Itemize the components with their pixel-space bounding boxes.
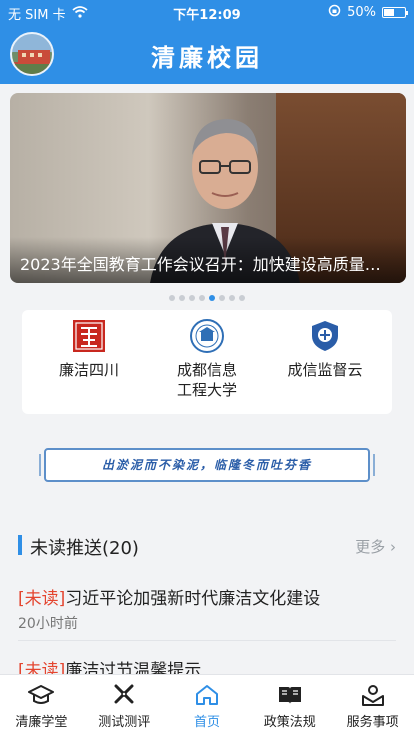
- battery-percent: 50%: [347, 5, 376, 20]
- tab-home[interactable]: 首页: [166, 675, 249, 736]
- divider: [18, 640, 396, 641]
- unread-section: 未读推送(20) 更多 › [未读]习近平论加强新时代廉洁文化建设 20小时前 …: [0, 520, 414, 681]
- home-icon: [195, 685, 218, 705]
- chevron-right-icon: ›: [390, 538, 396, 556]
- quick-link-supervision-cloud[interactable]: 成信监督云: [270, 318, 380, 380]
- carousel-dot[interactable]: [229, 295, 235, 301]
- service-person-icon: [361, 685, 384, 706]
- open-book-icon: [278, 687, 301, 704]
- quick-links-card: 廉洁四川 成都信息 工程大学 成信监督云: [22, 310, 392, 414]
- pencil-ruler-icon: [114, 684, 134, 704]
- carousel-dot[interactable]: [189, 295, 195, 301]
- tab-label: 首页: [193, 715, 220, 730]
- tab-label: 服务事项: [346, 715, 399, 730]
- news-banner[interactable]: 2023年全国教育工作会议召开：加快建设高质量教育体系: [10, 93, 406, 283]
- tab-test-evaluation[interactable]: 测试测评: [83, 675, 166, 736]
- unread-tag: [未读]: [18, 589, 66, 609]
- more-label: 更多: [355, 538, 386, 556]
- carousel-dot[interactable]: [179, 295, 185, 301]
- app-header: 无 SIM 卡 下午12:09 50% 清廉校园: [0, 0, 414, 84]
- rotation-lock-icon: [328, 4, 341, 21]
- quick-link-label: 成信监督云: [287, 361, 363, 379]
- bottom-tab-bar: 清廉学堂 测试测评 首页 政策法规 服务事项: [0, 674, 414, 736]
- section-title: 未读推送(20): [30, 538, 139, 559]
- tab-label: 清廉学堂: [15, 715, 68, 730]
- quick-link-label: 成都信息: [176, 361, 237, 379]
- quick-link-label-line2: 工程大学: [176, 381, 237, 399]
- carousel-dot[interactable]: [219, 295, 225, 301]
- tab-qinglian-xuetang[interactable]: 清廉学堂: [0, 675, 83, 736]
- battery-icon: [382, 7, 408, 18]
- list-item[interactable]: [未读]习近平论加强新时代廉洁文化建设 20小时前: [18, 584, 396, 633]
- quick-link-cuit[interactable]: 成都信息 工程大学: [152, 318, 262, 400]
- list-item-title: 习近平论加强新时代廉洁文化建设: [65, 589, 321, 609]
- seal-icon: [73, 320, 105, 352]
- quick-link-lianjie-sichuan[interactable]: 廉洁四川: [34, 318, 144, 380]
- section-header: 未读推送(20) 更多 ›: [18, 534, 396, 559]
- more-link[interactable]: 更多 ›: [355, 536, 396, 557]
- carousel-indicator: [0, 295, 414, 301]
- carousel-dot[interactable]: [209, 295, 215, 301]
- quick-link-label: 廉洁四川: [58, 361, 119, 379]
- section-accent-bar: [18, 535, 22, 555]
- carousel-dot[interactable]: [169, 295, 175, 301]
- carousel-dot[interactable]: [199, 295, 205, 301]
- status-bar: 无 SIM 卡 下午12:09 50%: [0, 0, 414, 24]
- page-title: 清廉校园: [151, 43, 263, 72]
- shield-badge-icon: [312, 321, 338, 351]
- banner-caption: 2023年全国教育工作会议召开：加快建设高质量教育体系: [10, 237, 406, 283]
- cuit-logo-icon: [190, 319, 224, 353]
- list-item-title-row: [未读]习近平论加强新时代廉洁文化建设: [18, 584, 396, 609]
- tab-label: 测试测评: [98, 715, 151, 730]
- slogan-banner: 出淤泥而不染泥，临隆冬而吐芬香: [38, 444, 376, 486]
- graduation-cap-icon: [28, 685, 55, 704]
- carousel-dot[interactable]: [239, 295, 245, 301]
- list-item-time: 20小时前: [18, 616, 78, 632]
- tab-label: 政策法规: [263, 715, 316, 730]
- slogan-text: 出淤泥而不染泥，临隆冬而吐芬香: [101, 458, 312, 472]
- tab-policy-regulations[interactable]: 政策法规: [248, 675, 331, 736]
- tab-service-items[interactable]: 服务事项: [331, 675, 414, 736]
- battery-fill: [384, 9, 394, 16]
